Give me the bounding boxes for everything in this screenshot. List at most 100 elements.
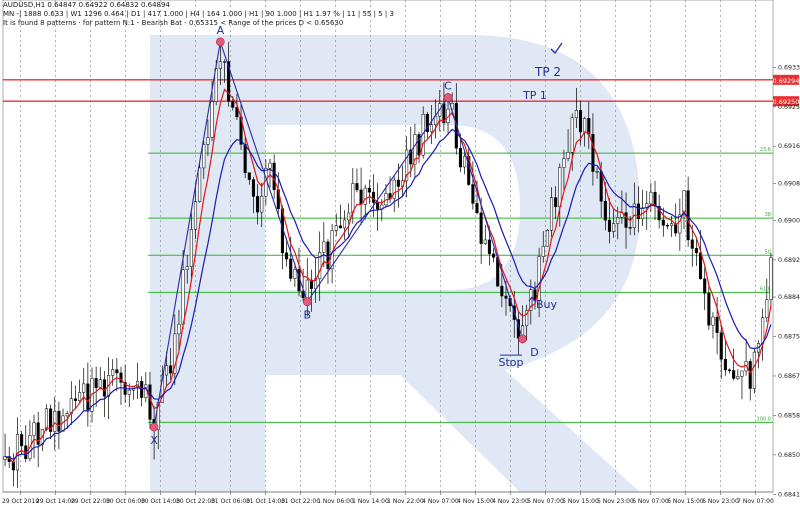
candle-body bbox=[32, 422, 36, 436]
candle-body bbox=[222, 61, 227, 63]
candle-body bbox=[371, 191, 376, 203]
price-tick-label: 0.69005 bbox=[778, 217, 800, 224]
candle-body bbox=[305, 279, 309, 299]
candle-body bbox=[616, 217, 620, 224]
pattern-point-marker bbox=[216, 37, 225, 47]
candle-body bbox=[471, 184, 475, 204]
time-tick-label: 31 Oct 14:00 bbox=[246, 498, 285, 505]
candle-body bbox=[111, 369, 115, 376]
candle-body bbox=[164, 365, 169, 376]
candle-body bbox=[396, 179, 400, 187]
price-tick-label: 0.69165 bbox=[778, 143, 800, 150]
candle-body bbox=[181, 269, 185, 325]
time-tick-label: 6 Nov 07:00 bbox=[632, 498, 669, 505]
candle-body bbox=[711, 316, 715, 326]
time-tick-label: 31 Oct 06:00 bbox=[211, 498, 250, 505]
chart-pattern-line: It is found 8 patterns · for pattern N:1… bbox=[3, 19, 344, 27]
candle-body bbox=[545, 229, 549, 247]
candle-body bbox=[193, 201, 198, 230]
candle-body bbox=[20, 434, 24, 447]
candle-body bbox=[392, 179, 396, 199]
time-axis: 29 Oct 201929 Oct 14:0029 Oct 22:0030 Oc… bbox=[2, 491, 774, 505]
candle-body bbox=[715, 316, 719, 333]
stop-label: Stop bbox=[498, 356, 523, 369]
candle-body bbox=[727, 369, 732, 371]
candle-body bbox=[587, 118, 591, 135]
fib-level-label: 38 bbox=[765, 212, 771, 218]
candle-body bbox=[185, 266, 189, 270]
tp2-label: TP 2 bbox=[534, 65, 561, 79]
candle-body bbox=[483, 239, 487, 244]
candle-body bbox=[665, 225, 669, 227]
candle-body bbox=[322, 241, 326, 253]
candle-body bbox=[703, 278, 707, 294]
candle-body bbox=[487, 239, 491, 255]
candle-body bbox=[363, 187, 367, 205]
price-tick-label: 0.68840 bbox=[778, 294, 800, 301]
candle-body bbox=[359, 189, 363, 205]
candle-body bbox=[268, 162, 272, 169]
candle-body bbox=[607, 219, 612, 232]
candle-body bbox=[148, 384, 152, 420]
candle-body bbox=[272, 162, 276, 190]
time-tick-label: 6 Nov 23:00 bbox=[702, 498, 739, 505]
time-tick-label: 5 Nov 07:00 bbox=[527, 498, 564, 505]
candle-body bbox=[723, 359, 727, 371]
ma-fast-line bbox=[4, 88, 772, 464]
time-tick-label: 6 Nov 15:00 bbox=[667, 498, 704, 505]
candle-body bbox=[761, 317, 765, 344]
candle-body bbox=[289, 258, 293, 279]
candle-body bbox=[570, 117, 574, 153]
candle-body bbox=[127, 389, 131, 395]
price-tick-label: 0.69250 bbox=[778, 104, 800, 111]
pattern-point-label: B bbox=[304, 309, 312, 322]
candle-body bbox=[603, 200, 607, 221]
candle-body bbox=[98, 379, 102, 388]
candle-body bbox=[752, 351, 756, 389]
candle-body bbox=[82, 383, 86, 393]
candle-body bbox=[243, 144, 247, 173]
candle-body bbox=[765, 299, 769, 319]
candle-body bbox=[719, 332, 723, 360]
candle-body bbox=[699, 252, 703, 280]
price-tick-label: 0.69085 bbox=[778, 180, 800, 187]
candle-body bbox=[376, 202, 380, 210]
candle-body bbox=[562, 158, 566, 168]
chart-timeframe-line: MN -| 1888 0.633 | W1 1296 0.464 | D1 | … bbox=[3, 10, 394, 18]
pattern-point-label: C bbox=[444, 79, 452, 92]
time-tick-label: 4 Nov 23:00 bbox=[492, 498, 529, 505]
time-tick-label: 1 Nov 14:00 bbox=[352, 498, 389, 505]
candle-body bbox=[628, 227, 632, 229]
candle-body bbox=[256, 196, 260, 213]
buy-label: Buy bbox=[536, 298, 558, 311]
candle-body bbox=[202, 144, 206, 169]
target-price-tag-text: 0.69294 bbox=[773, 77, 800, 85]
tp1-label: TP 1 bbox=[522, 89, 547, 102]
candle-body bbox=[583, 118, 587, 133]
candle-body bbox=[694, 248, 698, 254]
candle-body bbox=[351, 183, 355, 214]
candle-body bbox=[554, 197, 558, 208]
candle-body bbox=[73, 398, 77, 401]
chart-symbol-line: AUDUSD,H1 0.64847 0.64922 0.64832 0.6489… bbox=[3, 1, 170, 9]
candle-body bbox=[740, 370, 744, 377]
price-tick-label: 0.68755 bbox=[778, 334, 800, 341]
candle-body bbox=[574, 110, 578, 119]
candle-body bbox=[251, 179, 255, 197]
pattern-point-marker bbox=[518, 334, 527, 344]
pattern-point-label: D bbox=[530, 346, 538, 359]
candle-body bbox=[686, 190, 690, 241]
candle-body bbox=[334, 225, 338, 231]
candlestick-chart: 23.6385061.8100.0 0.692940.69250 XABCD T… bbox=[2, 0, 800, 505]
price-tick-label: 0.68500 bbox=[778, 452, 800, 459]
candle-body bbox=[86, 383, 90, 412]
candle-body bbox=[690, 239, 694, 249]
candle-body bbox=[44, 408, 49, 430]
candle-body bbox=[285, 252, 289, 260]
candle-body bbox=[566, 152, 570, 159]
pattern-point-marker bbox=[302, 297, 312, 306]
fib-level-label: 23.6 bbox=[760, 147, 771, 153]
candle-body bbox=[206, 137, 210, 145]
time-tick-label: 5 Nov 23:00 bbox=[597, 498, 634, 505]
pattern-point-marker bbox=[443, 93, 453, 102]
